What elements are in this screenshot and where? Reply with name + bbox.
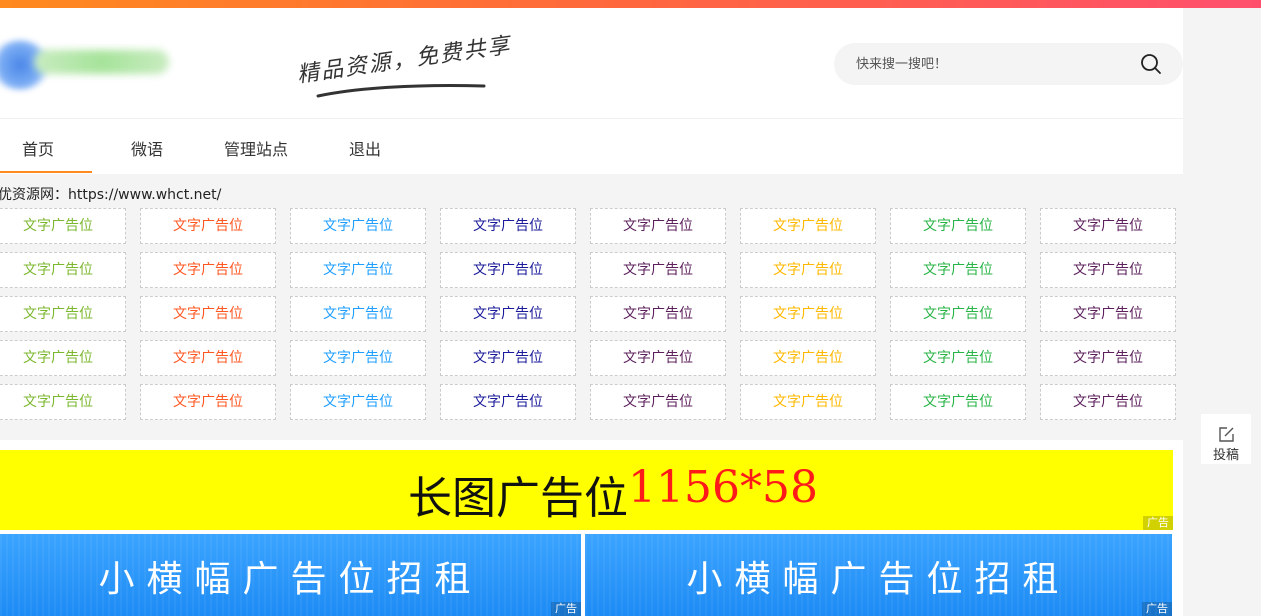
text-ad-cell[interactable]: 文字广告位 xyxy=(0,296,126,332)
logo-wordmark-blurred xyxy=(34,50,169,74)
submit-post-label: 投稿 xyxy=(1212,448,1239,463)
small-banner-title: 小横幅广告位招租 xyxy=(686,559,1071,600)
text-ad-cell[interactable]: 文字广告位 xyxy=(290,340,426,376)
text-ad-cell[interactable]: 文字广告位 xyxy=(590,208,726,244)
text-ad-cell[interactable]: 文字广告位 xyxy=(590,252,726,288)
text-ad-cell[interactable]: 文字广告位 xyxy=(590,384,726,420)
site-header: 精品资源，免费共享 首页 微语 管理站点 退出 xyxy=(0,8,1183,174)
small-banner-ad-left[interactable]: 小横幅广告位招租 广告 xyxy=(0,534,581,616)
ad-tag: 广告 xyxy=(551,602,581,616)
site-url-text: 优资源网：https://www.whct.net/ xyxy=(0,187,222,203)
slogan-calligraphy: 精品资源，免费共享 xyxy=(290,33,513,106)
text-ad-cell[interactable]: 文字广告位 xyxy=(890,252,1026,288)
text-ad-cell[interactable]: 文字广告位 xyxy=(0,384,126,420)
text-ad-cell[interactable]: 文字广告位 xyxy=(140,384,276,420)
search-input[interactable] xyxy=(856,54,1126,74)
search-box xyxy=(834,43,1183,85)
text-ad-cell[interactable]: 文字广告位 xyxy=(740,296,876,332)
text-ad-cell[interactable]: 文字广告位 xyxy=(0,340,126,376)
ad-tag: 广告 xyxy=(1142,602,1172,616)
text-ad-cell[interactable]: 文字广告位 xyxy=(140,340,276,376)
text-ad-cell[interactable]: 文字广告位 xyxy=(140,252,276,288)
text-ad-cell[interactable]: 文字广告位 xyxy=(890,340,1026,376)
nav-divider xyxy=(0,118,1183,119)
text-ad-cell[interactable]: 文字广告位 xyxy=(890,208,1026,244)
text-ad-cell[interactable]: 文字广告位 xyxy=(1040,340,1176,376)
site-logo[interactable] xyxy=(0,30,175,96)
text-ad-cell[interactable]: 文字广告位 xyxy=(0,252,126,288)
text-ad-cell[interactable]: 文字广告位 xyxy=(590,296,726,332)
text-ad-cell[interactable]: 文字广告位 xyxy=(140,208,276,244)
slogan-brush-stroke xyxy=(316,83,486,98)
text-ad-cell[interactable]: 文字广告位 xyxy=(290,296,426,332)
nav-item-logout[interactable]: 退出 xyxy=(349,136,381,160)
nav-active-underline xyxy=(0,171,92,173)
text-ad-cell[interactable]: 文字广告位 xyxy=(440,340,576,376)
text-ad-cell[interactable]: 文字广告位 xyxy=(1040,296,1176,332)
nav-item-admin[interactable]: 管理站点 xyxy=(224,136,288,160)
text-ad-cell[interactable]: 文字广告位 xyxy=(290,252,426,288)
search-icon[interactable] xyxy=(1139,52,1163,76)
text-ad-cell[interactable]: 文字广告位 xyxy=(890,296,1026,332)
text-ad-cell[interactable]: 文字广告位 xyxy=(140,296,276,332)
ad-tag: 广告 xyxy=(1143,516,1173,530)
text-ad-cell[interactable]: 文字广告位 xyxy=(440,208,576,244)
text-ad-cell[interactable]: 文字广告位 xyxy=(740,340,876,376)
long-banner-size: 1156*58 xyxy=(628,462,818,513)
text-ad-cell[interactable]: 文字广告位 xyxy=(740,384,876,420)
nav-item-home[interactable]: 首页 xyxy=(22,136,54,160)
long-banner-ad[interactable]: 长图广告位 1156*58 广告 xyxy=(0,450,1173,530)
text-ad-cell[interactable]: 文字广告位 xyxy=(290,384,426,420)
text-ad-cell[interactable]: 文字广告位 xyxy=(590,340,726,376)
text-ad-cell[interactable]: 文字广告位 xyxy=(1040,252,1176,288)
text-ad-cell[interactable]: 文字广告位 xyxy=(740,208,876,244)
text-ad-cell[interactable]: 文字广告位 xyxy=(440,296,576,332)
text-ad-cell[interactable]: 文字广告位 xyxy=(1040,208,1176,244)
text-ad-cell[interactable]: 文字广告位 xyxy=(290,208,426,244)
text-ad-cell[interactable]: 文字广告位 xyxy=(740,252,876,288)
long-banner-title: 长图广告位 xyxy=(408,473,628,524)
text-ad-cell[interactable]: 文字广告位 xyxy=(0,208,126,244)
edit-icon xyxy=(1219,427,1234,442)
text-ad-cell[interactable]: 文字广告位 xyxy=(440,384,576,420)
small-banner-ad-right[interactable]: 小横幅广告位招租 广告 xyxy=(585,534,1172,616)
small-banner-title: 小横幅广告位招租 xyxy=(98,559,483,600)
text-ad-cell[interactable]: 文字广告位 xyxy=(890,384,1026,420)
nav-item-weiyu[interactable]: 微语 xyxy=(131,136,163,160)
text-ad-cell[interactable]: 文字广告位 xyxy=(1040,384,1176,420)
top-gradient-bar xyxy=(0,0,1261,8)
text-ad-cell[interactable]: 文字广告位 xyxy=(440,252,576,288)
submit-post-button[interactable]: 投稿 xyxy=(1201,414,1251,464)
